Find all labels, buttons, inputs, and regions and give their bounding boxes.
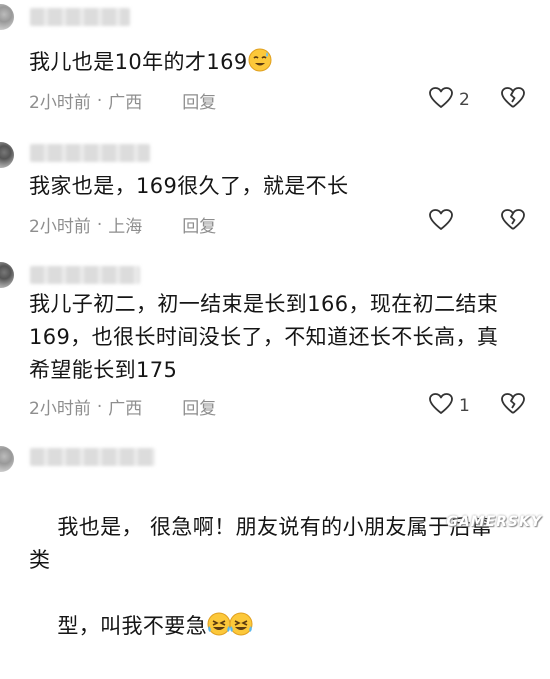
username-blurred[interactable]: [30, 144, 150, 162]
comment-text-line-1: 我也是， 很急啊！朋友说有的小朋友属于后窜类: [29, 515, 493, 572]
username-blurred[interactable]: [30, 266, 140, 284]
separator: ·: [96, 396, 103, 417]
sweat-smile-emoji-icon: [248, 48, 272, 82]
reply-button[interactable]: 回复: [182, 212, 216, 237]
broken-heart-icon: [500, 87, 526, 114]
avatar[interactable]: [0, 4, 14, 30]
time-label: 2小时前: [29, 93, 91, 113]
like-count: 1: [459, 396, 470, 416]
reply-button[interactable]: 回复: [182, 88, 216, 113]
dislike-button[interactable]: [500, 392, 526, 420]
heart-icon: [428, 392, 454, 420]
comment-text: 我家也是，169很久了，就是不长: [29, 174, 349, 198]
comment-meta: 2小时前 · 广西 回复: [29, 88, 216, 114]
time-label: 2小时前: [29, 399, 91, 419]
comment-text-line-2: 型，叫我不要急: [57, 614, 208, 638]
like-button[interactable]: 2: [428, 86, 470, 114]
dislike-button[interactable]: [500, 86, 526, 114]
like-button[interactable]: [428, 208, 459, 236]
broken-heart-icon: [500, 393, 526, 420]
separator: ·: [96, 214, 103, 235]
location-label: 广西: [108, 399, 143, 419]
avatar[interactable]: [0, 142, 14, 168]
comment-text: 我儿也是10年的才169: [29, 46, 529, 82]
comment-meta: 2小时前 · 上海 回复: [29, 212, 216, 238]
dislike-button[interactable]: [500, 208, 526, 236]
time-label: 2小时前: [29, 217, 91, 237]
comment-meta: 2小时前 · 广西 回复: [29, 394, 216, 420]
location-label: 广西: [108, 93, 143, 113]
gamersky-watermark: GAMERSKY: [446, 514, 542, 530]
like-button[interactable]: 1: [428, 392, 470, 420]
separator: ·: [96, 90, 103, 111]
avatar[interactable]: [0, 262, 14, 288]
location-label: 上海: [108, 217, 143, 237]
laughing-tears-emoji-icon: [207, 612, 253, 646]
heart-icon: [428, 208, 454, 236]
like-count: 2: [459, 90, 470, 110]
avatar[interactable]: [0, 446, 14, 472]
broken-heart-icon: [500, 209, 526, 236]
heart-icon: [428, 86, 454, 114]
username-blurred[interactable]: [30, 8, 130, 26]
reply-button[interactable]: 回复: [182, 394, 216, 419]
username-blurred[interactable]: [30, 448, 155, 466]
comment-text: 我儿子初二，初一结束是长到166，现在初二结束169，也很长时间没长了，不知道还…: [29, 292, 499, 382]
comment-text: 我也是， 很急啊！朋友说有的小朋友属于后窜类 型，叫我不要急: [29, 478, 509, 679]
